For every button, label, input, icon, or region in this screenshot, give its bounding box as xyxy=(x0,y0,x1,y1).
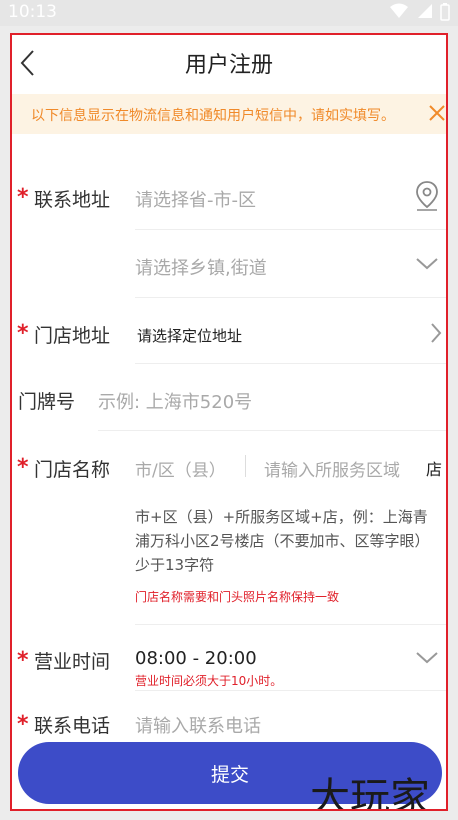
door-number-label: 门牌号 xyxy=(18,391,76,413)
status-bar: 10:13 xyxy=(0,0,458,26)
battery-icon xyxy=(440,3,450,21)
chevron-down-icon[interactable] xyxy=(415,651,439,665)
app-screen: 用户注册 以下信息显示在物流信息和通知用户短信中，请如实填写。 * 联系地址 请… xyxy=(10,33,448,811)
store-name-warning: 门店名称需要和门头照片名称保持一致 xyxy=(135,590,340,604)
notice-banner: 以下信息显示在物流信息和通知用户短信中，请如实填写。 xyxy=(12,94,446,134)
nav-bar: 用户注册 xyxy=(12,35,446,91)
service-area-input[interactable]: 请输入所服务区域 xyxy=(264,456,400,481)
required-mark: * xyxy=(17,648,29,673)
divider xyxy=(135,297,446,298)
required-mark: * xyxy=(17,455,29,480)
status-time: 10:13 xyxy=(8,2,57,22)
district-input[interactable]: 市/区（县） xyxy=(135,456,226,481)
business-hours-label: 营业时间 xyxy=(34,651,111,673)
signal-icon xyxy=(418,4,432,18)
business-hours-warning: 营业时间必须大于10小时。 xyxy=(135,674,283,688)
required-mark: * xyxy=(17,712,29,737)
chevron-right-icon[interactable] xyxy=(430,322,442,344)
store-name-label: 门店名称 xyxy=(34,459,111,481)
divider xyxy=(135,229,446,230)
wifi-icon xyxy=(390,3,408,18)
location-pin-icon[interactable] xyxy=(413,180,441,212)
watermark-logo: 大玩家 xyxy=(310,775,430,811)
field-separator xyxy=(245,455,246,477)
store-suffix: 店 xyxy=(426,460,443,479)
required-mark: * xyxy=(17,321,29,346)
divider xyxy=(135,624,446,625)
store-address-label: 门店地址 xyxy=(34,325,111,347)
status-icons xyxy=(390,3,450,21)
divider xyxy=(135,690,446,691)
street-select[interactable]: 请选择乡镇,街道 xyxy=(135,254,267,280)
chevron-down-icon[interactable] xyxy=(415,257,439,271)
close-icon[interactable] xyxy=(428,104,446,122)
store-name-hint: 市+区（县）+所服务区域+店，例：上海青浦万科小区2号楼店（不要加市、区等字眼）… xyxy=(135,508,430,574)
store-address-select[interactable]: 请选择定位地址 xyxy=(137,325,242,346)
divider xyxy=(135,363,446,364)
required-mark: * xyxy=(17,185,29,210)
door-number-input[interactable]: 示例: 上海市520号 xyxy=(98,388,252,414)
business-hours-select[interactable]: 08:00 - 20:00 xyxy=(135,648,257,669)
province-city-select[interactable]: 请选择省-市-区 xyxy=(135,186,256,212)
notice-text: 以下信息显示在物流信息和通知用户短信中，请如实填写。 xyxy=(31,108,395,124)
phone-input[interactable]: 请输入联系电话 xyxy=(135,712,261,738)
phone-label: 联系电话 xyxy=(34,715,111,737)
divider xyxy=(98,430,446,431)
page-title: 用户注册 xyxy=(184,53,273,78)
address-label: 联系地址 xyxy=(34,189,111,211)
